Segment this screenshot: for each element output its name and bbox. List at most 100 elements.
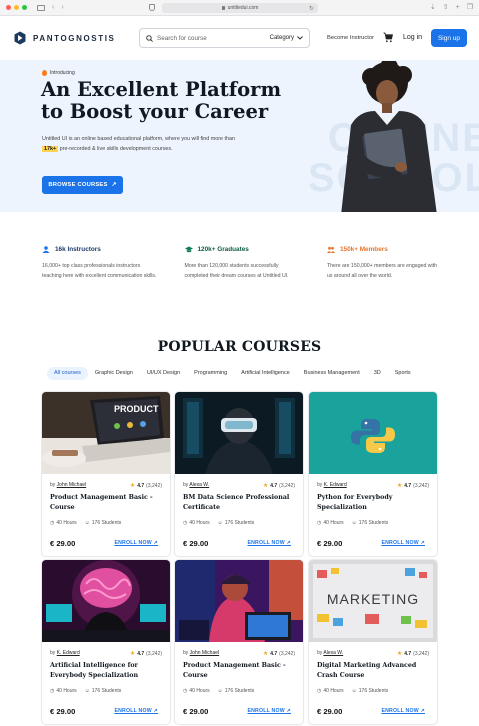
course-title[interactable]: BM Data Science Professional Certificate	[183, 493, 295, 512]
tab-programming[interactable]: Programming	[187, 367, 234, 380]
users-icon	[327, 246, 335, 253]
author-link[interactable]: K. Edward	[324, 482, 347, 488]
author-link[interactable]: Alexa W.	[189, 482, 209, 488]
hero-section: ONLINE SCHOOL Introducing An Excellent P…	[0, 60, 479, 212]
popular-courses-title: POPULAR COURSES	[157, 339, 322, 355]
enroll-now-link[interactable]: ENROLL NOW ↗	[247, 708, 291, 714]
privacy-shield-icon[interactable]	[149, 4, 155, 11]
window-controls[interactable]	[6, 5, 27, 10]
login-link[interactable]: Log in	[403, 32, 422, 44]
rating: ★ 4.7 (3,242)	[396, 482, 429, 490]
browser-toolbar: ‹ › untitledui.com ↻ ⇣ ⇧ + ❐	[0, 0, 479, 16]
tab-artificial-intelligence[interactable]: Artificial Intelligence	[234, 367, 297, 380]
search-icon	[146, 34, 153, 42]
tabs-overview-icon[interactable]: ❐	[467, 3, 473, 13]
clock-icon: ◷	[317, 688, 322, 694]
brand-name[interactable]: PANTOGNOSTIS	[33, 34, 115, 43]
stat-graduates: 120k+ Graduates More than 120,000 studen…	[184, 246, 289, 279]
close-window-button[interactable]	[6, 5, 11, 10]
author-link[interactable]: K. Edward	[57, 650, 80, 656]
course-title[interactable]: Python for Everybody Specialization	[317, 493, 429, 512]
category-dropdown[interactable]: Category	[270, 35, 303, 41]
reload-icon[interactable]: ↻	[309, 5, 314, 12]
enroll-now-link[interactable]: ENROLL NOW ↗	[381, 540, 425, 546]
arrow-up-right-icon: ↗	[153, 708, 158, 714]
students-icon: ☺	[217, 688, 223, 694]
star-icon: ★	[262, 483, 269, 489]
course-thumbnail-python	[309, 392, 437, 474]
course-thumbnail-product: PRODUCT	[42, 392, 170, 474]
clock-icon: ◷	[317, 520, 322, 526]
enroll-now-link[interactable]: ENROLL NOW ↗	[381, 708, 425, 714]
cart-icon[interactable]	[383, 32, 393, 43]
course-title[interactable]: Product Management Basic - Course	[50, 493, 162, 512]
course-price: € 29.00	[50, 539, 76, 548]
rating: ★ 4.7 (3,242)	[262, 650, 295, 658]
students-icon: ☺	[351, 520, 357, 526]
tab-all-courses[interactable]: All courses	[47, 367, 88, 380]
tab-ui-ux-design[interactable]: UI/UX Design	[140, 367, 187, 380]
stat-instructors: 16k Instructors 16,000+ top class profes…	[42, 246, 157, 279]
course-title[interactable]: Artificial Intelligence for Everybody Sp…	[50, 661, 162, 680]
become-instructor-link[interactable]: Become Instructor	[327, 32, 374, 44]
graduation-cap-icon	[184, 246, 193, 253]
rating: ★ 4.7 (3,242)	[129, 482, 162, 490]
students-icon: ☺	[217, 520, 223, 526]
hero-description: Untitled UI is an online based education…	[42, 136, 235, 152]
tab-3d[interactable]: 3D	[367, 367, 388, 380]
arrow-up-right-icon: ↗	[286, 540, 291, 546]
clock-icon: ◷	[183, 688, 188, 694]
course-category-tabs: All courses Graphic Design UI/UX Design …	[47, 367, 437, 380]
course-card[interactable]: PRODUCT by John Michael ★ 4.7 (3,242) Pro…	[42, 392, 170, 556]
minimize-window-button[interactable]	[14, 5, 19, 10]
brand-logo-icon[interactable]	[14, 31, 26, 45]
signup-button[interactable]: Sign up	[431, 29, 467, 47]
hero-title: An Excellent Platform to Boost your Care…	[41, 78, 282, 123]
course-price: € 29.00	[317, 707, 343, 716]
tab-graphic-design[interactable]: Graphic Design	[88, 367, 140, 380]
enroll-now-link[interactable]: ENROLL NOW ↗	[114, 708, 158, 714]
address-bar[interactable]: untitledui.com ↻	[162, 3, 318, 13]
course-card[interactable]: MARKETING by Alexa W. ★ 4.7 (3,242) Digit…	[309, 560, 437, 724]
rating: ★ 4.7 (3,242)	[129, 650, 162, 658]
arrow-up-right-icon: ↗	[420, 540, 425, 546]
back-arrow-icon[interactable]: ‹	[52, 4, 54, 11]
course-thumbnail-vr	[175, 392, 303, 474]
sidebar-toggle-icon[interactable]	[37, 4, 45, 11]
svg-text:MARKETING: MARKETING	[327, 591, 419, 607]
course-price: € 29.00	[317, 539, 343, 548]
course-thumbnail-marketing: MARKETING	[309, 560, 437, 642]
search-box[interactable]: Category	[139, 28, 310, 48]
lock-icon	[221, 6, 225, 10]
author-link[interactable]: John Michael	[57, 482, 86, 488]
browse-courses-button[interactable]: BROWSE COURSES ↗	[42, 176, 123, 194]
course-price: € 29.00	[50, 707, 76, 716]
course-title[interactable]: Product Management Basic - Course	[183, 661, 295, 680]
stat-members: 150k+ Members There are 150,000+ members…	[327, 246, 438, 279]
course-card[interactable]: by John Michael ★ 4.7 (3,242) Product Man…	[175, 560, 303, 724]
author-link[interactable]: John Michael	[190, 650, 219, 656]
share-icon[interactable]: ⇧	[443, 3, 449, 13]
course-title[interactable]: Digital Marketing Advanced Crash Course	[317, 661, 429, 680]
student-photo	[341, 61, 437, 212]
forward-arrow-icon[interactable]: ›	[61, 4, 63, 11]
star-icon: ★	[129, 483, 136, 489]
tab-sports[interactable]: Sports	[388, 367, 418, 380]
star-icon: ★	[129, 651, 136, 657]
rating: ★ 4.7 (3,242)	[396, 650, 429, 658]
new-tab-icon[interactable]: +	[456, 3, 460, 13]
enroll-now-link[interactable]: ENROLL NOW ↗	[247, 540, 291, 546]
search-input[interactable]	[157, 34, 257, 42]
introducing-badge: Introducing	[42, 70, 75, 76]
tab-business-management[interactable]: Business Management	[297, 367, 367, 380]
course-card[interactable]: by K. Edward ★ 4.7 (3,242) Python for Eve…	[309, 392, 437, 556]
zoom-window-button[interactable]	[22, 5, 27, 10]
students-icon: ☺	[84, 688, 90, 694]
enroll-now-link[interactable]: ENROLL NOW ↗	[114, 540, 158, 546]
course-card[interactable]: by K. Edward ★ 4.7 (3,242) Artificial Int…	[42, 560, 170, 724]
course-card[interactable]: by Alexa W. ★ 4.7 (3,242) BM Data Science…	[175, 392, 303, 556]
download-icon[interactable]: ⇣	[430, 3, 436, 13]
courses-count-highlight: 17k+	[42, 146, 59, 152]
author-link[interactable]: Alexa W.	[323, 650, 343, 656]
category-label: Category	[269, 35, 294, 41]
